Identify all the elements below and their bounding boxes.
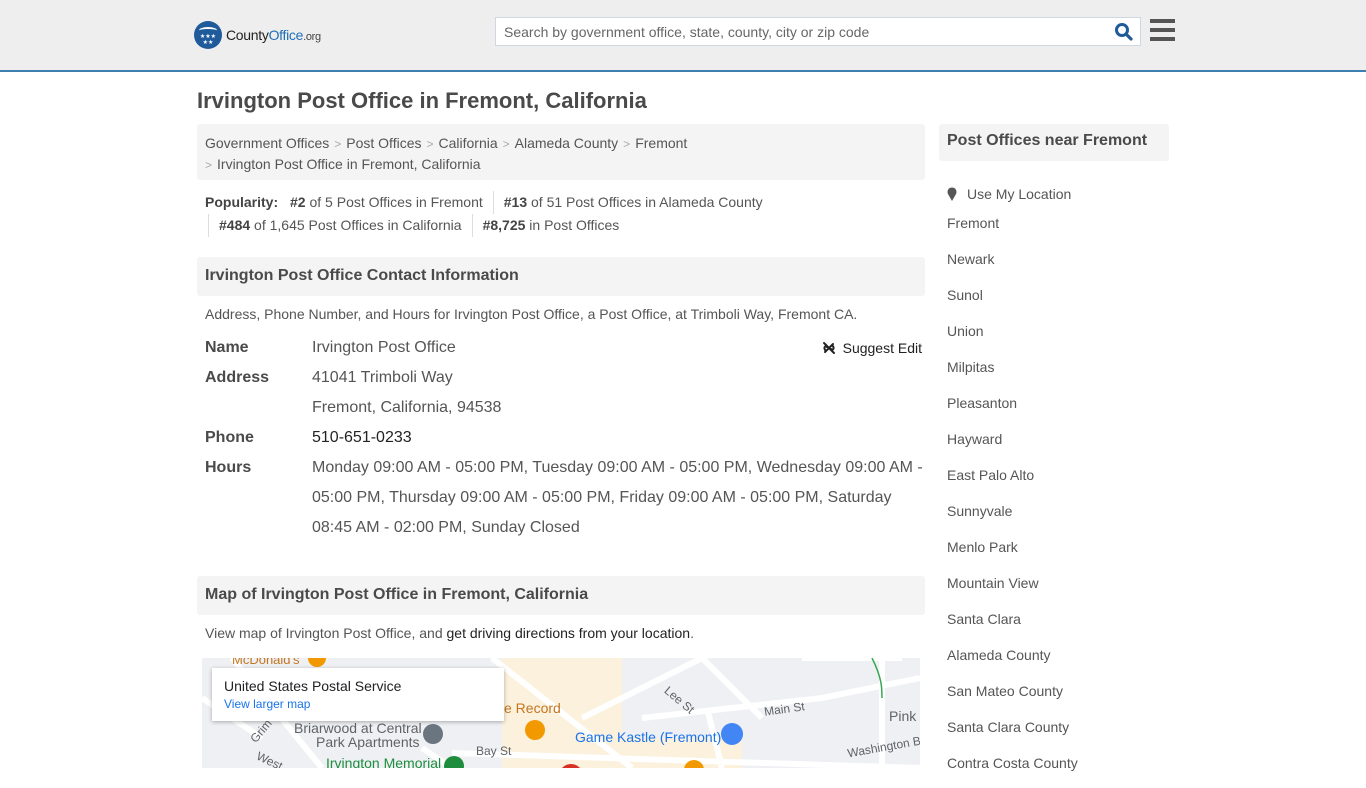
map-label-briarwood-2: Park Apartments bbox=[316, 734, 420, 750]
sidebar-link[interactable]: Milpitas bbox=[947, 359, 994, 375]
name-label: Name bbox=[205, 339, 249, 356]
breadcrumb: Government Offices > Post Offices > Californ… bbox=[197, 124, 925, 180]
map-label-pink: Pink bbox=[889, 708, 917, 724]
sidebar-link-item: San Mateo County bbox=[947, 680, 1078, 716]
hamburger-menu-icon bbox=[1150, 19, 1175, 23]
phone-label: Phone bbox=[205, 429, 254, 446]
popularity-item: #13 of 51 Post Offices in Alameda County bbox=[492, 191, 773, 214]
search-box bbox=[495, 17, 1141, 46]
hours-label: Hours bbox=[205, 459, 252, 476]
breadcrumb-government-offices[interactable]: Government Offices bbox=[205, 135, 329, 151]
search-input[interactable] bbox=[496, 18, 1096, 45]
sidebar-link[interactable]: Sunnyvale bbox=[947, 503, 1012, 519]
sidebar-link[interactable]: Mountain View bbox=[947, 575, 1039, 591]
sidebar-link-item: Pleasanton bbox=[947, 392, 1078, 428]
map-label-mcdonalds: McDonald's bbox=[232, 658, 300, 667]
contact-section-heading: Irvington Post Office Contact Informatio… bbox=[197, 257, 925, 296]
breadcrumb-post-offices[interactable]: Post Offices bbox=[346, 135, 421, 151]
sidebar-link[interactable]: Contra Costa County bbox=[947, 755, 1078, 771]
search-button[interactable] bbox=[1114, 22, 1134, 42]
sidebar-link[interactable]: Union bbox=[947, 323, 984, 339]
driving-directions-link[interactable]: get driving directions from your locatio… bbox=[447, 625, 691, 641]
breadcrumb-fremont[interactable]: Fremont bbox=[635, 135, 687, 151]
map-label-game-kastle: Game Kastle (Fremont) bbox=[575, 729, 722, 745]
map-label-bay-st: Bay St bbox=[476, 744, 512, 758]
embedded-map[interactable]: McDonald's e Record Briarwood at Central… bbox=[202, 658, 920, 768]
map-info-card: United States Postal Service View larger… bbox=[212, 668, 504, 721]
sidebar-link-item: Sunnyvale bbox=[947, 500, 1078, 536]
contact-info: Suggest Edit Name Irvington Post Office … bbox=[205, 333, 925, 543]
breadcrumb-separator: > bbox=[623, 137, 631, 151]
popularity-item: #8,725 in Post Offices bbox=[471, 214, 630, 237]
use-my-location-link[interactable]: Use My Location bbox=[967, 183, 1071, 205]
map-label-record: e Record bbox=[504, 700, 561, 716]
sidebar-link[interactable]: Hayward bbox=[947, 431, 1002, 447]
name-row: Name Irvington Post Office bbox=[205, 333, 925, 363]
hamburger-menu-button[interactable] bbox=[1150, 19, 1175, 41]
site-logo[interactable]: ★★★ ★★ CountyOffice.org bbox=[194, 21, 321, 49]
sidebar-link-item: Santa Clara County bbox=[947, 716, 1078, 752]
address-row: Address 41041 Trimboli Way Fremont, Calif… bbox=[205, 363, 925, 423]
sidebar-link-item: Fremont bbox=[947, 212, 1078, 248]
popularity-item: #484 of 1,645 Post Offices in California bbox=[208, 214, 472, 237]
phone-row: Phone 510-651-0233 bbox=[205, 423, 925, 453]
sidebar-link-item: Union bbox=[947, 320, 1078, 356]
breadcrumb-california[interactable]: California bbox=[439, 135, 498, 151]
page-title: Irvington Post Office in Fremont, Califo… bbox=[197, 88, 647, 113]
sidebar-link-item: Milpitas bbox=[947, 356, 1078, 392]
sidebar-heading: Post Offices near Fremont bbox=[939, 124, 1169, 161]
sidebar-link-item: Newark bbox=[947, 248, 1078, 284]
sidebar-link-item: East Palo Alto bbox=[947, 464, 1078, 500]
sidebar-link[interactable]: Santa Clara bbox=[947, 611, 1021, 627]
sidebar-link-item: Alameda County bbox=[947, 644, 1078, 680]
eagle-logo-icon: ★★★ ★★ bbox=[194, 21, 222, 49]
map-place-title: United States Postal Service bbox=[224, 678, 402, 694]
sidebar-link[interactable]: Newark bbox=[947, 251, 994, 267]
map-label-irvington-memorial: Irvington Memorial bbox=[326, 755, 442, 768]
nearby-post-offices-list: Use My Location Fremont Newark Sunol Union M… bbox=[947, 176, 1078, 788]
sidebar-link[interactable]: Pleasanton bbox=[947, 395, 1017, 411]
breadcrumb-separator: > bbox=[426, 137, 434, 151]
hours-row: Hours Monday 09:00 AM - 05:00 PM, Tuesda… bbox=[205, 453, 925, 543]
breadcrumb-alameda-county[interactable]: Alameda County bbox=[515, 135, 619, 151]
address-label: Address bbox=[205, 369, 270, 386]
sidebar-link[interactable]: San Mateo County bbox=[947, 683, 1063, 699]
sidebar-link[interactable]: Alameda County bbox=[947, 647, 1051, 663]
view-larger-map-link[interactable]: View larger map bbox=[224, 697, 492, 711]
suggest-edit[interactable]: Suggest Edit bbox=[821, 333, 922, 363]
breadcrumb-separator: > bbox=[502, 137, 510, 151]
breadcrumb-current: Irvington Post Office in Fremont, Califo… bbox=[217, 156, 481, 172]
edit-unlink-icon bbox=[822, 342, 835, 354]
hours-value: Monday 09:00 AM - 05:00 PM, Tuesday 09:0… bbox=[312, 459, 923, 536]
sidebar-link-item: Sunol bbox=[947, 284, 1078, 320]
map-section-heading: Map of Irvington Post Office in Fremont,… bbox=[197, 576, 925, 615]
popularity-stats: Popularity: #2 of 5 Post Offices in Frem… bbox=[205, 191, 925, 237]
sidebar-link-item: Menlo Park bbox=[947, 536, 1078, 572]
sidebar-link[interactable]: Sunol bbox=[947, 287, 983, 303]
sidebar-link-item: Hayward bbox=[947, 428, 1078, 464]
map-description: View map of Irvington Post Office, and g… bbox=[205, 625, 694, 641]
search-icon bbox=[1115, 23, 1133, 41]
sidebar-link[interactable]: Menlo Park bbox=[947, 539, 1018, 555]
phone-link[interactable]: 510-651-0233 bbox=[312, 429, 412, 446]
sidebar-link[interactable]: East Palo Alto bbox=[947, 467, 1034, 483]
breadcrumb-separator: > bbox=[205, 158, 213, 172]
address-value: 41041 Trimboli Way Fremont, California, 9… bbox=[312, 369, 502, 416]
sidebar-link-item: Mountain View bbox=[947, 572, 1078, 608]
breadcrumb-separator: > bbox=[334, 137, 342, 151]
use-my-location[interactable]: Use My Location bbox=[947, 176, 1078, 212]
sidebar-link-item: Santa Clara bbox=[947, 608, 1078, 644]
location-pin-icon bbox=[947, 187, 957, 201]
popularity-label: Popularity: bbox=[205, 194, 279, 210]
top-header: ★★★ ★★ CountyOffice.org bbox=[0, 0, 1366, 72]
sidebar-link[interactable]: Santa Clara County bbox=[947, 719, 1069, 735]
popularity-item: #2 of 5 Post Offices in Fremont bbox=[290, 194, 483, 210]
sidebar-link-item: Contra Costa County bbox=[947, 752, 1078, 788]
sidebar-link[interactable]: Fremont bbox=[947, 215, 999, 231]
logo-text: CountyOffice.org bbox=[226, 27, 321, 43]
contact-description: Address, Phone Number, and Hours for Irv… bbox=[205, 306, 858, 322]
suggest-edit-link[interactable]: Suggest Edit bbox=[843, 333, 922, 363]
